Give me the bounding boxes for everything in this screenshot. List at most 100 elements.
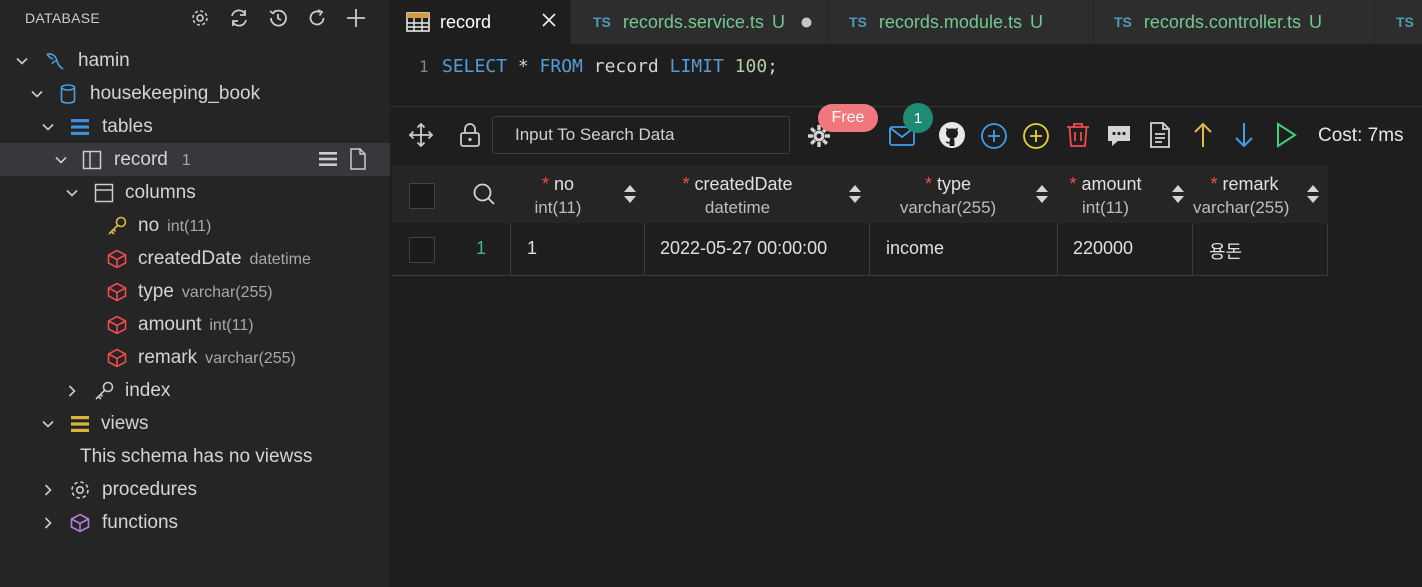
reload-icon[interactable]: [306, 7, 328, 29]
chevron-down-icon: [51, 150, 71, 170]
tree-item-procedures[interactable]: procedures: [0, 473, 390, 506]
columns-label: columns: [125, 181, 196, 203]
typescript-icon: TS: [1114, 14, 1132, 30]
sql-token: ;: [767, 56, 778, 77]
column-header[interactable]: * remark varchar(255): [1193, 165, 1328, 223]
tree-item-functions[interactable]: functions: [0, 506, 390, 539]
settings-gear-icon[interactable]: [189, 7, 211, 29]
chevron-down-icon: [12, 51, 32, 71]
tab-label: record: [440, 11, 492, 32]
result-toolbar: Free 1 Cost: 7ms: [390, 103, 1422, 165]
tab-records-service[interactable]: TS records.service.ts U: [571, 0, 829, 44]
grid-cell[interactable]: 220000: [1058, 223, 1193, 275]
tab-records-module[interactable]: TS records.module.ts U: [829, 0, 1094, 44]
chevron-right-icon: [62, 381, 82, 401]
column-header-name: * no: [541, 174, 575, 194]
index-label: index: [125, 379, 171, 401]
export-document-icon[interactable]: [1145, 120, 1175, 150]
tree-item-column[interactable]: no int(11): [0, 209, 390, 242]
column-header-name: * type: [924, 174, 972, 194]
tree-item-database[interactable]: housekeeping_book: [0, 77, 390, 110]
comment-icon[interactable]: [1104, 121, 1134, 151]
insert-row-icon[interactable]: [1021, 121, 1051, 151]
add-circle-icon[interactable]: [979, 121, 1009, 151]
move-icon[interactable]: [406, 120, 436, 150]
column-type: varchar(255): [181, 283, 273, 301]
tree-item-index[interactable]: index: [0, 374, 390, 407]
cell-value: income: [886, 238, 945, 258]
column-header-name: * createdDate: [682, 174, 793, 194]
add-connection-icon[interactable]: [345, 7, 367, 29]
cube-icon: [106, 347, 128, 369]
column-header-type: varchar(255): [1193, 198, 1290, 217]
sql-token: *: [507, 56, 540, 77]
tab-overflow[interactable]: TS: [1375, 0, 1422, 44]
key-icon: [93, 380, 115, 402]
sql-number: 100: [734, 56, 768, 77]
tree-item-column[interactable]: createdDate datetime: [0, 242, 390, 275]
sql-keyword: FROM: [539, 56, 583, 77]
unsaved-dot-icon[interactable]: [801, 17, 812, 28]
table-row[interactable]: 1 1 2022-05-27 00:00:00 income 220000 용돈: [392, 223, 1328, 276]
trash-icon[interactable]: [1063, 120, 1093, 150]
list-rows-icon[interactable]: [317, 148, 339, 170]
column-type: int(11): [167, 217, 212, 235]
column-name: no: [553, 174, 575, 194]
column-header[interactable]: * type varchar(255): [870, 165, 1058, 223]
editor-tab-bar: record TS records.service.ts U TS record…: [390, 0, 1422, 44]
arrow-down-icon[interactable]: [1229, 120, 1259, 150]
tree-item-views[interactable]: views: [0, 407, 390, 440]
tree-item-column[interactable]: remark varchar(255): [0, 341, 390, 374]
grid-cell[interactable]: 용돈: [1193, 223, 1328, 275]
refresh-icon[interactable]: [228, 7, 250, 29]
row-select-cell: [392, 223, 452, 275]
free-badge[interactable]: Free: [818, 104, 878, 132]
select-all-checkbox[interactable]: [409, 183, 435, 209]
tree-item-tables[interactable]: tables: [0, 110, 390, 143]
sort-icon[interactable]: [1171, 183, 1185, 205]
github-icon[interactable]: [937, 120, 967, 150]
table-icon: [81, 149, 103, 171]
typescript-icon: TS: [1396, 14, 1414, 30]
column-header-name: * remark: [1210, 174, 1279, 194]
column-name: createdDate: [138, 247, 242, 269]
column-header-type: int(11): [534, 198, 582, 217]
grid-cell[interactable]: 1: [511, 223, 645, 275]
sort-icon[interactable]: [1306, 183, 1320, 205]
column-type: varchar(255): [205, 349, 296, 367]
sql-editor[interactable]: 1 SELECT * FROM record LIMIT 100;: [390, 44, 1422, 107]
connection-label: hamin: [78, 49, 130, 71]
tree-item-table-record[interactable]: record 1: [0, 143, 390, 176]
tree-item-columns[interactable]: columns: [0, 176, 390, 209]
row-index-cell: 1: [452, 223, 511, 275]
cube-icon: [106, 281, 128, 303]
run-play-icon[interactable]: [1271, 120, 1301, 150]
column-header[interactable]: * amount int(11): [1058, 165, 1193, 223]
cell-value: 용돈: [1209, 242, 1243, 262]
lock-icon[interactable]: [455, 120, 485, 150]
history-icon[interactable]: [267, 7, 289, 29]
chevron-down-icon: [38, 414, 58, 434]
columns-icon: [93, 182, 115, 204]
grid-cell[interactable]: 2022-05-27 00:00:00: [645, 223, 870, 275]
arrow-up-icon[interactable]: [1188, 120, 1218, 150]
sql-query-line[interactable]: SELECT * FROM record LIMIT 100;: [442, 56, 778, 77]
mail-count-badge: 1: [903, 103, 933, 133]
search-input[interactable]: [492, 116, 790, 154]
grid-cell[interactable]: income: [870, 223, 1058, 275]
views-label: views: [101, 412, 149, 434]
close-icon[interactable]: [540, 11, 558, 29]
functions-label: functions: [102, 511, 179, 533]
tree-item-connection[interactable]: hamin: [0, 44, 390, 77]
tree-item-column[interactable]: amount int(11): [0, 308, 390, 341]
tab-record[interactable]: record: [390, 0, 571, 44]
row-checkbox[interactable]: [409, 237, 435, 263]
tree-item-column[interactable]: type varchar(255): [0, 275, 390, 308]
mysql-dolphin-icon: [44, 50, 66, 72]
tab-records-controller[interactable]: TS records.controller.ts U: [1094, 0, 1375, 44]
column-header[interactable]: * createdDate datetime: [645, 165, 870, 223]
row-index: 1: [476, 238, 487, 258]
views-empty-label: This schema has no viewss: [80, 445, 313, 467]
document-icon[interactable]: [347, 148, 369, 170]
chevron-right-icon: [38, 513, 58, 533]
